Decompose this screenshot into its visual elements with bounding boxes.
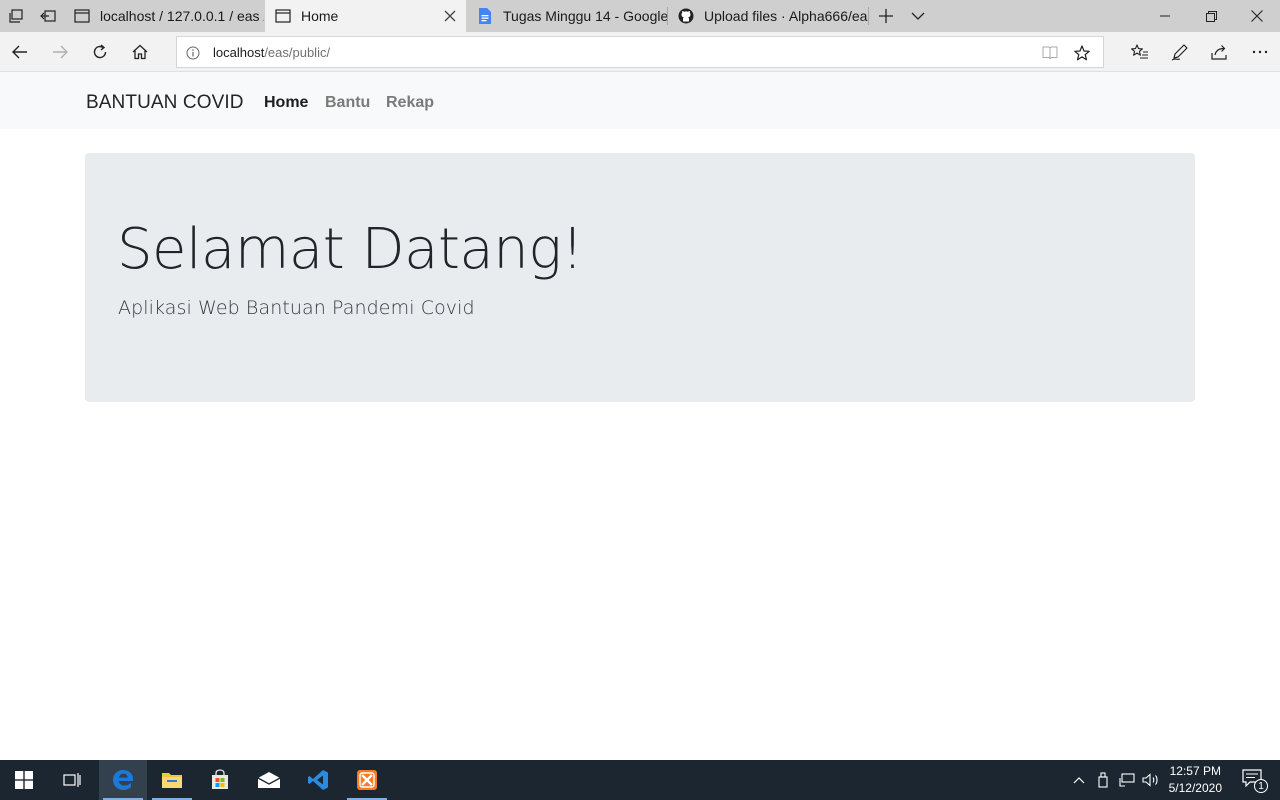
tab-title: localhost / 127.0.0.1 / eas /	[100, 8, 264, 24]
arrow-right-icon	[53, 45, 68, 59]
edge-icon	[113, 770, 133, 790]
tab-github[interactable]: Upload files · Alpha666/eas·	[668, 0, 868, 32]
site-navbar: BANTUAN COVID Home Bantu Rekap	[0, 72, 1280, 129]
clock-date: 5/12/2020	[1168, 781, 1222, 795]
tab-stack-icon	[9, 9, 23, 23]
plus-icon	[879, 9, 893, 23]
share-icon	[1211, 45, 1227, 60]
home-button[interactable]	[120, 32, 160, 72]
close-icon	[1251, 10, 1263, 22]
tab-phpmyadmin[interactable]: localhost / 127.0.0.1 / eas /	[64, 0, 264, 32]
tab-preview-button[interactable]	[902, 0, 934, 32]
home-icon	[132, 44, 148, 60]
xampp-icon	[357, 770, 377, 790]
site-brand[interactable]: BANTUAN COVID	[86, 92, 244, 114]
reading-view-icon[interactable]	[1041, 44, 1059, 62]
info-icon[interactable]	[185, 45, 201, 61]
system-clock[interactable]: 12:57 PM 5/12/2020	[1169, 763, 1222, 797]
start-button[interactable]	[0, 760, 48, 800]
folder-icon	[162, 773, 182, 788]
url-host: localhost	[213, 45, 265, 60]
minimize-button[interactable]	[1142, 0, 1188, 32]
tab-google-docs[interactable]: Tugas Minggu 14 - Google	[467, 0, 667, 32]
clock-time: 12:57 PM	[1169, 764, 1221, 778]
welcome-title: Selamat Datang!	[117, 217, 584, 282]
address-bar[interactable]: localhost/eas/public/	[176, 36, 1104, 68]
taskbar-xampp[interactable]	[343, 760, 391, 800]
taskbar-edge[interactable]	[99, 760, 147, 800]
close-window-button[interactable]	[1234, 0, 1280, 32]
nav-link-bantu[interactable]: Bantu	[325, 94, 370, 112]
windows-taskbar: 12:57 PM 5/12/2020 1	[0, 760, 1280, 800]
favorite-star-icon[interactable]	[1073, 44, 1091, 62]
tab-manager-button[interactable]	[0, 0, 32, 32]
url-path: /eas/public/	[264, 45, 331, 60]
show-hidden-icons-icon[interactable]	[1069, 770, 1089, 790]
pen-icon	[1171, 44, 1188, 61]
chevron-down-icon	[911, 12, 925, 20]
mail-icon	[257, 772, 281, 788]
taskbar-mail[interactable]	[245, 760, 293, 800]
taskbar-vscode[interactable]	[294, 760, 342, 800]
refresh-icon	[93, 44, 107, 59]
network-icon[interactable]	[1117, 770, 1137, 790]
set-aside-icon	[40, 10, 56, 22]
welcome-jumbotron: Selamat Datang! Aplikasi Web Bantuan Pan…	[85, 153, 1195, 402]
task-view-button[interactable]	[48, 760, 96, 800]
url-text[interactable]: localhost/eas/public/	[213, 45, 330, 60]
favorites-button[interactable]	[1120, 32, 1160, 72]
page-icon	[275, 8, 291, 24]
store-icon	[212, 769, 228, 789]
windows-logo-icon	[15, 771, 33, 789]
forward-button[interactable]	[40, 32, 80, 72]
nav-link-rekap[interactable]: Rekap	[386, 94, 434, 112]
tab-title: Home	[301, 8, 339, 24]
restore-icon	[1205, 10, 1217, 22]
minimize-icon	[1160, 15, 1170, 17]
favorites-list-icon	[1131, 44, 1148, 59]
vscode-icon	[308, 770, 328, 790]
nav-link-home[interactable]: Home	[264, 94, 308, 112]
tab-divider	[868, 7, 869, 25]
taskbar-store[interactable]	[196, 760, 244, 800]
tab-title: Tugas Minggu 14 - Google	[503, 8, 667, 24]
welcome-lead: Aplikasi Web Bantuan Pandemi Covid	[118, 297, 475, 319]
more-icon	[1252, 50, 1268, 54]
web-note-button[interactable]	[1160, 32, 1200, 72]
back-button[interactable]	[0, 32, 40, 72]
browser-toolbar: localhost/eas/public/	[0, 32, 1280, 72]
share-button[interactable]	[1200, 32, 1240, 72]
arrow-left-icon	[12, 45, 27, 59]
task-view-icon	[63, 773, 81, 787]
browser-tab-bar: localhost / 127.0.0.1 / eas / Home Tugas…	[0, 0, 1280, 32]
close-tab-icon[interactable]	[442, 8, 458, 24]
restore-button[interactable]	[1188, 0, 1234, 32]
refresh-button[interactable]	[80, 32, 120, 72]
tab-title: Upload files · Alpha666/eas·	[704, 8, 868, 24]
page-icon	[74, 8, 90, 24]
tab-home[interactable]: Home	[265, 0, 466, 32]
github-icon	[678, 8, 694, 24]
usb-device-icon[interactable]	[1093, 770, 1113, 790]
notification-count-badge: 1	[1254, 779, 1268, 793]
action-center-button[interactable]: 1	[1242, 769, 1268, 793]
volume-icon[interactable]	[1141, 770, 1161, 790]
tabs-aside-button[interactable]	[32, 0, 64, 32]
taskbar-file-explorer[interactable]	[148, 760, 196, 800]
new-tab-button[interactable]	[870, 0, 902, 32]
more-button[interactable]	[1240, 32, 1280, 72]
google-docs-icon	[477, 8, 493, 24]
